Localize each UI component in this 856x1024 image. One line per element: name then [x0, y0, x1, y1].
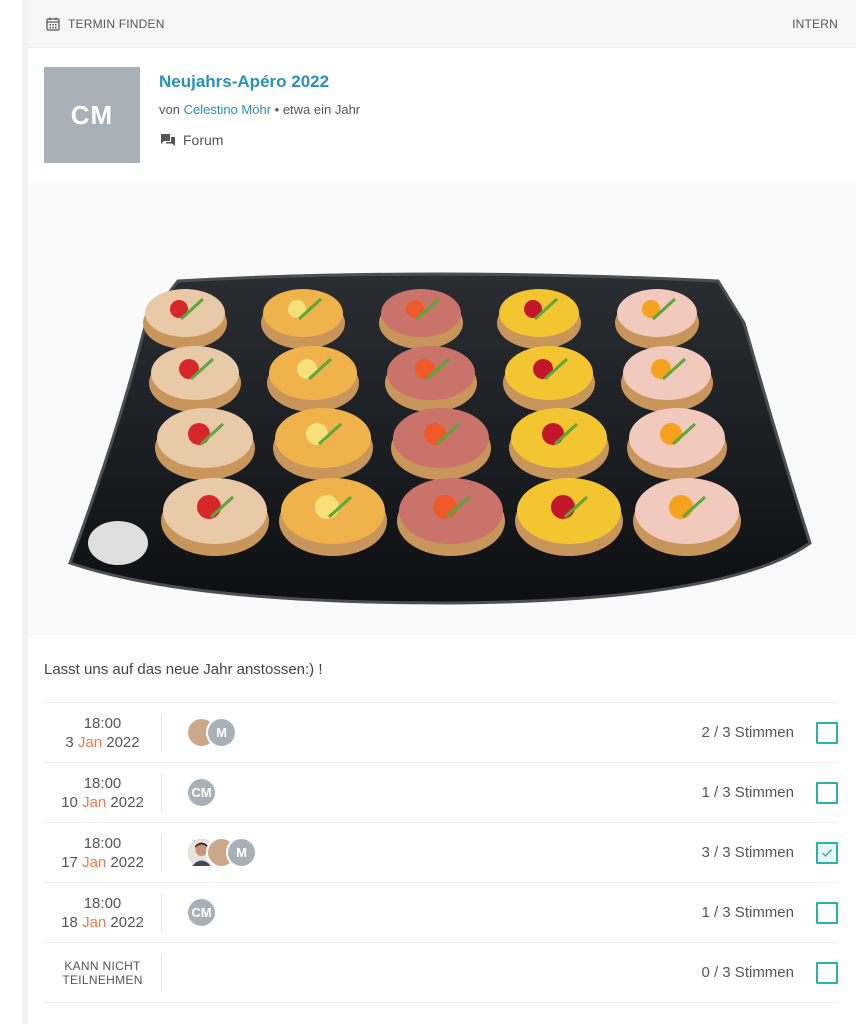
poll-options: 18:00 3 Jan 2022 M 2 / 3 Stimmen 18:00 1…: [44, 702, 838, 1003]
vote-checkbox[interactable]: [816, 721, 838, 744]
meta-separator: •: [271, 102, 283, 117]
cannot-attend-line1: KANN NICHT: [64, 958, 141, 973]
voter-avatar[interactable]: M: [226, 837, 257, 868]
visibility-label: INTERN: [792, 16, 838, 31]
canape-garnish: [660, 423, 682, 445]
option-year: 2022: [110, 853, 144, 871]
forum-label: Forum: [183, 132, 224, 148]
option-month: Jan: [82, 853, 107, 871]
vote-checkbox[interactable]: [816, 781, 838, 804]
poll-option-row: 18:00 10 Jan 2022 CM 1 / 3 Stimmen: [44, 763, 838, 823]
cannot-attend-line2: TEILNEHMEN: [62, 972, 143, 987]
card-header: TERMIN FINDEN INTERN: [28, 0, 856, 48]
canape-garnish: [542, 423, 564, 445]
canape-garnish: [669, 495, 693, 519]
canape-tray-image: [68, 272, 812, 605]
poll-card: TERMIN FINDEN INTERN CM Neujahrs-Apéro 2…: [22, 0, 856, 1024]
voter-avatar[interactable]: M: [206, 717, 237, 748]
option-date: 18:00 10 Jan 2022: [44, 773, 162, 812]
option-time: 18:00: [83, 714, 122, 732]
calendar-icon: [46, 17, 60, 31]
canape-garnish: [188, 423, 210, 445]
option-day: 3: [65, 733, 74, 751]
option-month: Jan: [77, 733, 103, 751]
voter-avatars: M: [186, 837, 257, 868]
voter-avatars: CM: [186, 777, 217, 808]
by-prefix: von: [159, 102, 180, 117]
post-meta: von Celestino Möhr • etwa ein Jahr: [159, 102, 360, 117]
option-date: 18:00 18 Jan 2022: [44, 893, 162, 932]
canape-garnish: [433, 495, 457, 519]
canape-garnish: [551, 495, 575, 519]
checkmark-icon: [822, 848, 833, 857]
option-day: 18: [61, 913, 78, 931]
vote-count: 0 / 3 Stimmen: [701, 964, 794, 981]
poll-option-row: 18:00 17 Jan 2022 M 3 / 3 Stimmen: [44, 823, 838, 883]
vote-count: 1 / 3 Stimmen: [701, 784, 794, 801]
vote-count: 2 / 3 Stimmen: [701, 724, 794, 741]
option-day: 10: [61, 793, 78, 811]
voter-avatars: M: [186, 717, 237, 748]
option-day: 17: [61, 853, 78, 871]
vote-count: 3 / 3 Stimmen: [701, 844, 794, 861]
option-time: 18:00: [83, 834, 122, 852]
option-month: Jan: [82, 913, 107, 931]
forum-link[interactable]: Forum: [161, 132, 223, 148]
canape-garnish: [306, 423, 328, 445]
canape-garnish: [424, 423, 446, 445]
option-month: Jan: [82, 793, 107, 811]
vote-count: 1 / 3 Stimmen: [701, 904, 794, 921]
poll-option-row: 18:00 18 Jan 2022 CM 1 / 3 Stimmen: [44, 883, 838, 943]
option-year: 2022: [106, 733, 140, 751]
header-title: TERMIN FINDEN: [68, 16, 165, 31]
vote-checkbox[interactable]: [816, 841, 838, 864]
post-title[interactable]: Neujahrs-Apéro 2022: [159, 72, 329, 92]
option-year: 2022: [110, 913, 144, 931]
cannot-attend-label: KANN NICHT TEILNEHMEN: [44, 953, 162, 992]
voter-avatars: CM: [186, 897, 217, 928]
poll-option-row: 18:00 3 Jan 2022 M 2 / 3 Stimmen: [44, 703, 838, 763]
option-time: 18:00: [83, 894, 122, 912]
canape-garnish: [197, 495, 221, 519]
post-description: Lasst uns auf das neue Jahr anstossen:) …: [44, 661, 323, 678]
chat-bubbles-icon: [161, 134, 175, 146]
cannot-attend-row: KANN NICHT TEILNEHMEN 0 / 3 Stimmen: [44, 943, 838, 1003]
option-date: 18:00 17 Jan 2022: [44, 833, 162, 872]
option-year: 2022: [110, 793, 144, 811]
author-link[interactable]: Celestino Möhr: [184, 102, 271, 117]
canape-garnish: [315, 495, 339, 519]
vote-checkbox[interactable]: [816, 961, 838, 984]
vote-checkbox[interactable]: [816, 901, 838, 924]
voter-avatar[interactable]: CM: [186, 777, 217, 808]
post-image[interactable]: [28, 183, 856, 639]
author-avatar[interactable]: CM: [44, 67, 140, 163]
option-time: 18:00: [83, 774, 122, 792]
time-ago: etwa ein Jahr: [282, 102, 361, 117]
voter-avatar[interactable]: CM: [186, 897, 217, 928]
option-date: 18:00 3 Jan 2022: [44, 713, 162, 752]
